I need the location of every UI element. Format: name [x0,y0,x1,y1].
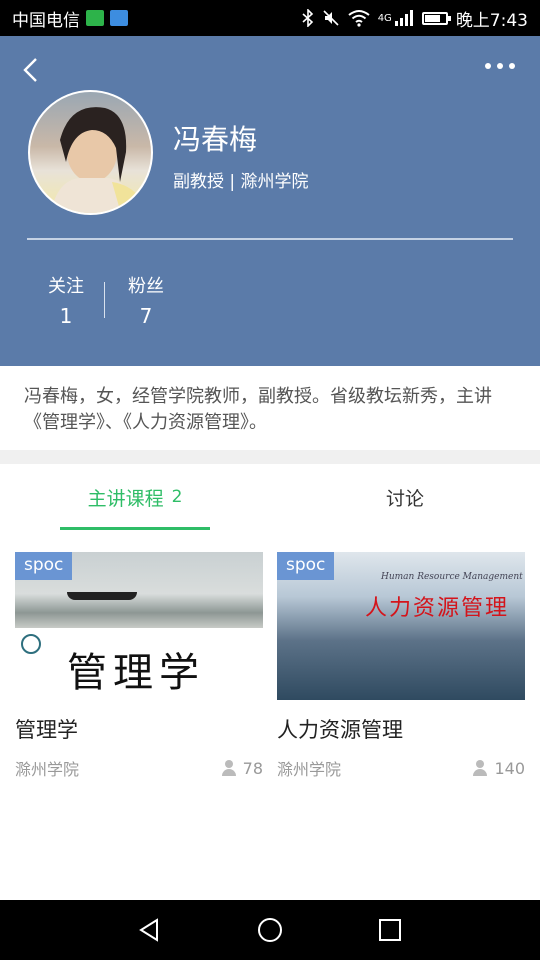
course-school: 滁州学院 [277,760,342,779]
stats-divider [104,282,105,318]
seal-icon [21,634,41,654]
tab-discussion[interactable]: 讨论 [270,464,540,530]
cover-subtitle: Human Resource Management [381,572,523,582]
app-notification-icon [86,10,104,26]
home-circle-icon [258,918,282,942]
course-card[interactable]: 管理学 spoc 管理学 滁州学院 78 [15,552,263,780]
tab-courses-label: 主讲课程 [87,487,164,510]
following-count: 1 [59,304,73,328]
carrier-label: 中国电信 [12,10,80,31]
person-icon [472,760,488,776]
course-school: 滁州学院 [15,760,80,779]
nav-home-button[interactable] [254,914,286,946]
header-divider [27,238,513,240]
boat-illustration [67,592,137,600]
more-options-button[interactable] [480,58,520,74]
chevron-left-icon [23,58,37,82]
profile-title: 副教授 | 滁州学院 [173,172,309,192]
followers-stat[interactable]: 粉丝 7 [122,272,170,328]
tab-bar: 主讲课程 2 讨论 [0,464,540,530]
profile-name: 冯春梅 [173,123,258,156]
person-icon [221,760,237,776]
course-card[interactable]: Human Resource Management 人力资源管理 spoc 人力… [277,552,525,780]
back-button[interactable] [18,56,46,84]
spoc-badge: spoc [15,552,73,580]
nav-recents-button[interactable] [374,914,406,946]
course-meta: 滁州学院 78 [15,756,263,780]
following-stat[interactable]: 关注 1 [42,272,90,328]
avatar-photo [50,107,149,213]
followers-label: 粉丝 [128,276,164,297]
photo-notification-icon [110,10,128,26]
profile-header: 冯春梅 副教授 | 滁州学院 关注 1 粉丝 7 [0,36,540,366]
tab-courses[interactable]: 主讲课程 2 [0,464,270,530]
mute-icon [323,10,339,26]
recents-square-icon [379,919,401,941]
more-dots-icon [485,63,491,69]
tab-courses-count: 2 [171,487,183,507]
tab-discussion-label: 讨论 [385,487,424,510]
battery-icon [421,11,451,25]
section-gap [0,450,540,464]
avatar[interactable] [28,90,153,215]
course-meta: 滁州学院 140 [277,756,525,780]
cover-title: 人力资源管理 [365,596,510,621]
following-label: 关注 [48,276,84,297]
spoc-badge: spoc [277,552,335,580]
course-cover: Human Resource Management 人力资源管理 spoc [277,552,525,700]
signal-icon [394,10,413,26]
learner-count: 78 [242,758,263,778]
course-grid: 管理学 spoc 管理学 滁州学院 78 Human Resource Mana… [15,552,525,780]
back-triangle-icon [139,918,158,942]
status-bar: 中国电信 4G 晚上7:43 [0,0,540,36]
course-name: 人力资源管理 [277,718,403,742]
network-label: 4G [377,12,392,24]
course-cover: 管理学 spoc [15,552,263,700]
bluetooth-icon [302,9,313,27]
wifi-icon [348,10,370,27]
stats-row: 关注 1 粉丝 7 [42,272,170,328]
profile-bio: 冯春梅，女，经管学院教师，副教授。省级教坛新秀，主讲《管理学》、《人力资源管理》… [0,366,540,450]
cover-title: 管理学 [67,650,205,696]
clock-label: 晚上7:43 [455,10,528,31]
nav-back-button[interactable] [134,914,166,946]
learner-count: 140 [494,758,525,778]
course-name: 管理学 [15,718,78,742]
system-nav-bar [0,900,540,960]
followers-count: 7 [139,304,153,328]
